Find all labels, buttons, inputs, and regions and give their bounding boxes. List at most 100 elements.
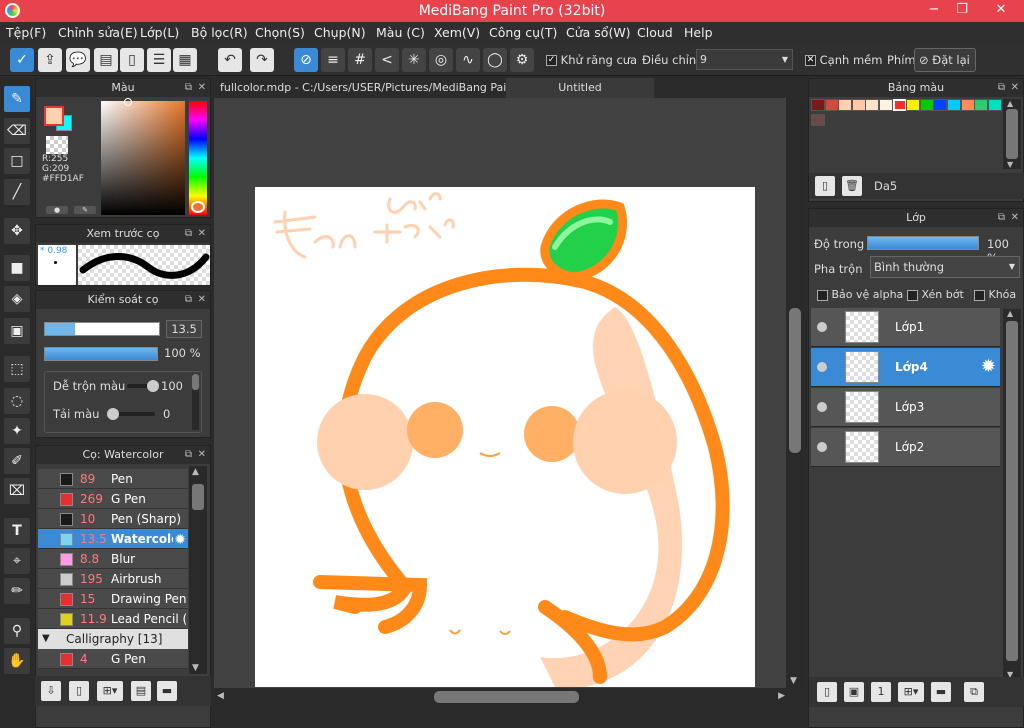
brush-control-scroll-thumb[interactable] <box>192 374 199 390</box>
palette-swatch[interactable] <box>947 99 961 111</box>
layer-scroll-thumb[interactable] <box>1006 321 1018 661</box>
layer-row[interactable]: Lớp3 <box>811 388 1000 427</box>
gear-icon[interactable]: ✹ <box>981 356 996 377</box>
snap-off-icon[interactable]: ⊘ <box>294 48 318 72</box>
magic-wand-tool-icon[interactable]: ✦ <box>4 418 30 444</box>
brush-size-input[interactable]: 13.5 <box>166 320 202 338</box>
layer-row[interactable]: Lớp4 ✹ <box>811 348 1000 387</box>
visibility-eye-icon[interactable] <box>817 442 827 452</box>
select-tool-icon[interactable]: ⬚ <box>4 356 30 382</box>
primary-color-swatch[interactable] <box>44 106 64 126</box>
scroll-up-icon[interactable]: ▲ <box>1007 99 1013 108</box>
transparent-swatch[interactable] <box>46 136 68 154</box>
grid-snap-icon[interactable]: # <box>348 48 372 72</box>
adjust-dropdown[interactable]: 9 ▼ <box>696 49 793 70</box>
palette-swatch[interactable] <box>919 99 934 111</box>
close-icon[interactable]: ✕ <box>198 446 206 464</box>
menu-edit[interactable]: Chỉnh sửa(E) <box>58 25 138 40</box>
brush-control-scrollbar[interactable] <box>192 374 199 430</box>
canvas-hscroll[interactable]: ◀ ▶ <box>214 688 788 706</box>
menu-help[interactable]: Help <box>684 25 713 40</box>
layer-row[interactable]: Lớp2 <box>811 428 1000 467</box>
popout-icon[interactable]: ⧉ <box>185 291 192 309</box>
hue-slider[interactable] <box>189 101 207 215</box>
move-tool-icon[interactable]: ✥ <box>4 218 30 244</box>
list-icon[interactable]: ☰ <box>147 48 171 72</box>
brush-item[interactable]: 11.9 Lead Pencil (B) <box>38 609 188 629</box>
visibility-eye-icon[interactable] <box>817 362 827 372</box>
close-icon[interactable]: ✕ <box>1011 209 1019 227</box>
blend-slider[interactable] <box>127 380 159 392</box>
blend-handle-icon[interactable] <box>147 380 159 392</box>
grid-edit-icon[interactable]: ▦ <box>173 48 197 72</box>
message-icon[interactable]: ▤ <box>94 48 118 72</box>
concentric-snap-icon[interactable]: ◎ <box>429 48 453 72</box>
text-tool-icon[interactable]: T <box>4 518 30 544</box>
visibility-eye-icon[interactable] <box>817 322 827 332</box>
palette-swatch[interactable] <box>960 99 975 111</box>
add-layer-dropdown-icon[interactable]: ⊞▾ <box>898 682 924 702</box>
brush-item[interactable]: 269 G Pen <box>38 489 188 509</box>
layer-opacity-slider[interactable] <box>867 236 979 250</box>
layer-folder-icon[interactable]: ▬ <box>931 682 951 702</box>
brush-properties-icon[interactable]: ▤ <box>131 681 151 701</box>
brush-item[interactable]: 4 G Pen <box>38 649 188 669</box>
brush-list-scrollbar[interactable]: ▲ ▼ <box>189 466 207 674</box>
reset-button[interactable]: ⊘ Đặt lại <box>914 48 976 72</box>
saturation-value-picker[interactable] <box>101 101 185 215</box>
parallel-snap-icon[interactable]: ≡ <box>321 48 345 72</box>
palette-scroll-thumb[interactable] <box>1006 109 1018 159</box>
eyedropper-tool-icon[interactable]: ⚲ <box>4 618 30 644</box>
canvas-vscroll-thumb[interactable] <box>789 308 801 453</box>
menu-color[interactable]: Màu (C) <box>376 25 425 40</box>
new-palette-icon[interactable]: ▯ <box>815 176 835 196</box>
palette-swatch[interactable] <box>933 99 948 111</box>
scroll-down-icon[interactable]: ▼ <box>192 663 199 673</box>
dot-tool-icon[interactable]: □ <box>4 148 30 174</box>
palette-swatch[interactable] <box>851 99 866 111</box>
redo-icon[interactable]: ↷ <box>250 48 274 72</box>
popout-icon[interactable]: ⧉ <box>185 225 192 243</box>
menu-layer[interactable]: Lớp(L) <box>140 25 179 40</box>
scroll-up-icon[interactable]: ▲ <box>1007 309 1013 318</box>
palette-swatch[interactable] <box>824 99 839 111</box>
layer-blend-dropdown[interactable]: Bình thường ▼ <box>870 256 1020 278</box>
brush-size-slider[interactable] <box>44 322 160 336</box>
rect-tool-icon[interactable]: ■ <box>4 255 30 281</box>
palette-swatch[interactable] <box>906 99 921 111</box>
scroll-right-icon[interactable]: ▶ <box>778 691 785 701</box>
brush-group-calligraphy[interactable]: ▼ Calligraphy [13] <box>38 629 188 649</box>
palette-swatch[interactable] <box>865 99 880 111</box>
new-1bit-layer-icon[interactable]: 1 <box>871 682 891 702</box>
select-eraser-tool-icon[interactable]: ⌧ <box>4 478 30 504</box>
menu-tools[interactable]: Công cụ(T) <box>489 25 557 40</box>
menu-select[interactable]: Chọn(S) <box>255 25 305 40</box>
undo-icon[interactable]: ↶ <box>218 48 242 72</box>
hue-handle-icon[interactable] <box>191 201 205 213</box>
menu-snap[interactable]: Chụp(N) <box>314 25 366 40</box>
brush-item[interactable]: 10 Pen (Sharp) <box>38 509 188 529</box>
popout-icon[interactable]: ⧉ <box>998 79 1005 97</box>
line-tool-icon[interactable]: ╱ <box>4 179 30 205</box>
menu-view[interactable]: Xem(V) <box>434 25 480 40</box>
gradient-tool-icon[interactable]: ▣ <box>4 318 30 344</box>
new-layer-icon[interactable]: ▯ <box>817 682 837 702</box>
select-pen-tool-icon[interactable]: ✐ <box>4 448 30 474</box>
duplicate-layer-icon[interactable]: ⧉ <box>964 682 984 702</box>
cloud-download-icon[interactable]: ⇩ <box>41 681 61 701</box>
palette-scrollbar[interactable]: ▲ ▼ <box>1003 99 1021 169</box>
curve-snap-icon[interactable]: ∿ <box>456 48 480 72</box>
palette-swatch[interactable] <box>974 99 989 111</box>
share-icon[interactable]: ⇪ <box>38 48 62 72</box>
close-icon[interactable]: ✕ <box>198 225 206 243</box>
palette-swatch[interactable] <box>892 99 907 111</box>
menu-window[interactable]: Cửa sổ(W) <box>566 25 631 40</box>
soft-edge-checkbox[interactable]: ✕ Cạnh mềm <box>805 53 882 67</box>
brush-list-scroll-thumb[interactable] <box>192 484 204 510</box>
menu-file[interactable]: Tệp(F) <box>6 25 46 40</box>
popout-icon[interactable]: ⧉ <box>185 446 192 464</box>
lasso-tool-icon[interactable]: ◌ <box>4 388 30 414</box>
palette-swatch[interactable] <box>811 99 825 111</box>
menu-cloud[interactable]: Cloud <box>637 25 673 40</box>
document-icon[interactable]: ▯ <box>120 48 144 72</box>
